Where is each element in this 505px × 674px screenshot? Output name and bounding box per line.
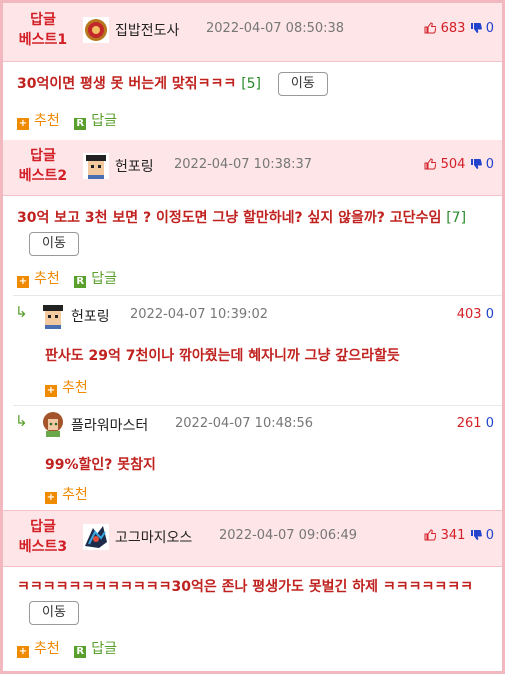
comment-actions: + 추천 R 답글 (17, 638, 127, 658)
vote-score: 504 0 (424, 157, 494, 172)
vote-score: 341 0 (424, 528, 494, 543)
reply-icon: R (74, 118, 87, 130)
nickname[interactable]: 헌포링 (115, 156, 154, 176)
nickname[interactable]: 플라워마스터 (71, 415, 148, 435)
thumbs-up-icon[interactable] (424, 529, 437, 541)
vote-score: 683 0 (424, 21, 494, 36)
best-comment-header: 답글 베스트1 집밥전도사 2022-04-07 08:50:38 683 0 (3, 3, 502, 62)
comment-text: 판사도 29억 7천이나 깎아줬는데 혜자니까 그냥 갚으라할듯 (45, 348, 400, 364)
recommend-button[interactable]: + 추천 (17, 268, 60, 288)
comment-actions: + 추천 (45, 377, 98, 397)
comment-date: 2022-04-07 09:06:49 (219, 528, 358, 543)
move-button[interactable]: 이동 (29, 232, 79, 256)
plus-icon: + (45, 492, 57, 504)
thumbs-down-icon[interactable] (470, 529, 482, 541)
avatar[interactable] (83, 17, 109, 43)
thumbs-down-icon[interactable] (470, 22, 482, 34)
best-rank-label: 답글 베스트2 (18, 148, 68, 184)
reply-icon: R (74, 276, 87, 288)
best-comment-header: 답글 베스트2 헌포링 2022-04-07 10:38:37 504 0 (3, 140, 502, 196)
comment-text: ㅋㅋㅋㅋㅋㅋㅋㅋㅋㅋㅋㅋ30억은 존나 평생가도 못벌긴 하제 ㅋㅋㅋㅋㅋㅋㅋ … (17, 574, 479, 626)
comment-actions: + 추천 R 답글 (17, 110, 127, 130)
vote-score: 261 0 (456, 416, 494, 431)
divider (13, 405, 502, 406)
plus-icon: + (45, 385, 57, 397)
comment-actions: + 추천 (45, 484, 98, 504)
best-rank-label: 답글 베스트1 (18, 12, 68, 48)
comment-text: 30억이면 평생 못 버는게 맞짂ㅋㅋㅋ [5] 이동 (17, 71, 492, 97)
best-comment-header: 답글 베스트3 고그마지오스 2022-04-07 09:06:49 341 0 (3, 510, 502, 567)
reply-count[interactable]: [5] (241, 76, 261, 92)
reply-arrow-icon: ↳ (15, 303, 28, 321)
plus-icon: + (17, 276, 29, 288)
best-rank-label: 답글 베스트3 (18, 519, 68, 555)
best-comments-panel: 답글 베스트1 집밥전도사 2022-04-07 08:50:38 683 0 … (0, 0, 505, 674)
thumbs-up-icon[interactable] (424, 158, 437, 170)
comment-text: 99%할인? 못참지 (45, 457, 156, 473)
avatar[interactable] (40, 303, 66, 329)
recommend-button[interactable]: + 추천 (45, 377, 88, 397)
avatar[interactable] (40, 411, 66, 437)
recommend-button[interactable]: + 추천 (17, 638, 60, 658)
recommend-button[interactable]: + 추천 (45, 484, 88, 504)
reply-count[interactable]: [7] (446, 210, 466, 226)
move-button[interactable]: 이동 (29, 601, 79, 625)
comment-date: 2022-04-07 10:38:37 (174, 157, 313, 172)
nickname[interactable]: 집밥전도사 (115, 20, 179, 40)
avatar[interactable] (83, 153, 109, 179)
plus-icon: + (17, 646, 29, 658)
comment-date: 2022-04-07 10:48:56 (175, 416, 314, 431)
nickname[interactable]: 고그마지오스 (115, 527, 192, 547)
thumbs-down-icon[interactable] (470, 158, 482, 170)
comment-actions: + 추천 R 답글 (17, 268, 127, 288)
reply-button[interactable]: R 답글 (74, 268, 117, 288)
plus-icon: + (17, 118, 29, 130)
reply-button[interactable]: R 답글 (74, 110, 117, 130)
comment-date: 2022-04-07 10:39:02 (130, 307, 269, 322)
recommend-button[interactable]: + 추천 (17, 110, 60, 130)
reply-arrow-icon: ↳ (15, 412, 28, 430)
reply-icon: R (74, 646, 87, 658)
move-button[interactable]: 이동 (277, 72, 328, 96)
divider (13, 295, 502, 296)
vote-score: 403 0 (456, 307, 494, 322)
reply-button[interactable]: R 답글 (74, 638, 117, 658)
thumbs-up-icon[interactable] (424, 22, 437, 34)
comment-date: 2022-04-07 08:50:38 (206, 21, 345, 36)
nickname[interactable]: 헌포링 (71, 306, 110, 326)
comment-text: 30억 보고 3천 보면 ? 이정도면 그냥 할만하네? 싶지 않을까? 고단수… (17, 205, 487, 257)
avatar[interactable] (83, 524, 109, 550)
